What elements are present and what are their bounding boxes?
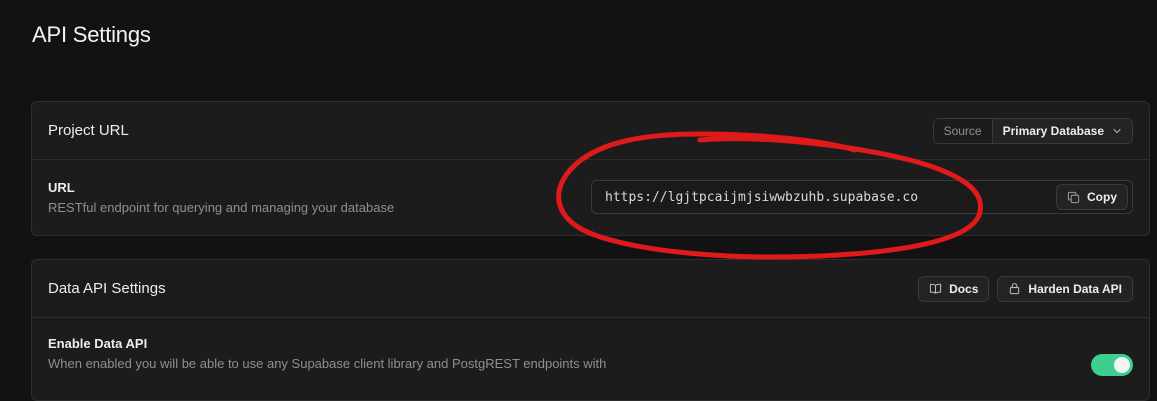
- enable-data-api-label: Enable Data API: [48, 336, 148, 351]
- enable-data-api-row: Enable Data API When enabled you will be…: [32, 318, 1149, 376]
- url-row: URL RESTful endpoint for querying and ma…: [32, 160, 1149, 234]
- harden-label: Harden Data API: [1028, 281, 1122, 296]
- data-api-header: Data API Settings Docs Harden Data API: [32, 260, 1149, 318]
- url-description: RESTful endpoint for querying and managi…: [48, 199, 395, 215]
- chevron-down-icon: [1113, 128, 1121, 133]
- project-url-header: Project URL Source Primary Database: [32, 102, 1149, 160]
- source-value: Primary Database: [1002, 123, 1104, 138]
- project-url-card: Project URL Source Primary Database URL …: [31, 101, 1150, 236]
- url-label: URL: [48, 179, 75, 195]
- url-value[interactable]: https://lgjtpcaijmjsiwwbzuhb.supabase.co: [605, 190, 918, 205]
- copy-label: Copy: [1087, 190, 1117, 204]
- url-field[interactable]: https://lgjtpcaijmjsiwwbzuhb.supabase.co…: [591, 180, 1133, 214]
- toggle-knob: [1114, 357, 1130, 373]
- enable-data-api-description: When enabled you will be able to use any…: [48, 356, 607, 371]
- lock-icon: [1010, 283, 1020, 295]
- copy-button[interactable]: Copy: [1056, 184, 1128, 210]
- source-selector[interactable]: Source Primary Database: [932, 117, 1133, 144]
- enable-data-api-toggle[interactable]: [1091, 354, 1133, 376]
- enable-data-api-text: Enable Data API When enabled you will be…: [48, 336, 606, 371]
- docs-label: Docs: [949, 281, 979, 296]
- copy-icon: [1067, 191, 1080, 203]
- docs-button[interactable]: Docs: [918, 275, 990, 302]
- data-api-card: Data API Settings Docs Harden Data API E…: [31, 259, 1150, 401]
- project-url-title: Project URL: [48, 122, 129, 139]
- data-api-actions: Docs Harden Data API: [918, 275, 1133, 302]
- harden-data-api-button[interactable]: Harden Data API: [997, 275, 1133, 302]
- url-row-text: URL RESTful endpoint for querying and ma…: [48, 180, 394, 215]
- page-title: API Settings: [32, 22, 151, 47]
- book-icon: [929, 283, 942, 294]
- data-api-title: Data API Settings: [48, 280, 166, 297]
- source-label: Source: [933, 118, 993, 143]
- source-dropdown[interactable]: Primary Database: [992, 118, 1132, 143]
